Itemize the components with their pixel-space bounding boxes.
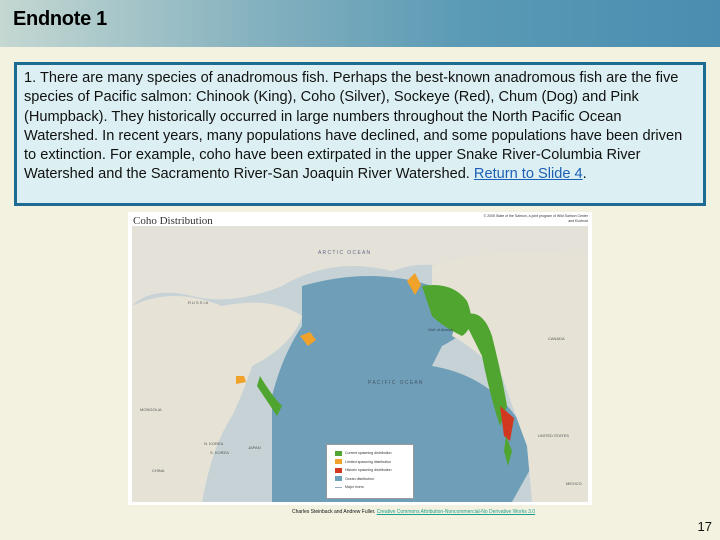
slide-title: Endnote 1 — [13, 8, 107, 30]
legend-item: Current spawning distribution — [335, 449, 413, 458]
legend-swatch — [335, 459, 342, 465]
legend-item: Ocean distribution — [335, 475, 413, 484]
image-caption: Charles Steinback and Andrew Fuller. Cre… — [292, 509, 536, 515]
legend-swatch — [335, 476, 342, 482]
legend-swatch — [335, 467, 342, 473]
label-canada: CANADA — [548, 336, 565, 341]
label-pacific: P A C I F I C O C E A N — [368, 380, 423, 386]
label-us: UNITED STATES — [538, 433, 569, 438]
header-bar: Endnote 1 — [0, 0, 720, 47]
return-to-slide-link[interactable]: Return to Slide 4 — [474, 166, 583, 182]
endnote-text: 1. There are many species of anadromous … — [24, 70, 683, 183]
label-mongolia: MONGOLIA — [140, 407, 162, 412]
legend-swatch — [335, 486, 342, 488]
license-link[interactable]: Creative Commons Attribution-Noncommerci… — [377, 509, 535, 515]
label-arctic: A R C T I C O C E A N — [318, 250, 371, 256]
legend-item: Major rivers — [335, 483, 413, 492]
label-alaska: Gulf of Alaska — [428, 327, 453, 332]
legend-item: Limited spawning distribution — [335, 458, 413, 467]
endnote-box: 1. There are many species of anadromous … — [14, 62, 706, 206]
label-mexico: MEXICO — [566, 481, 582, 486]
label-japan: JAPAN — [248, 445, 261, 450]
label-china: CHINA — [152, 468, 165, 473]
map-credit: © 2005 State of the Salmon, a joint prog… — [483, 214, 588, 223]
legend-item: Historic spawning distribution — [335, 466, 413, 475]
label-skorea: S. KOREA — [210, 450, 229, 455]
map-legend: Current spawning distribution Limited sp… — [326, 444, 414, 499]
label-nkorea: N. KOREA — [204, 441, 224, 446]
coho-distribution-map: Coho Distribution © 2005 State of the Sa… — [128, 212, 592, 505]
label-russia: R U S S I A — [188, 300, 209, 305]
legend-swatch — [335, 450, 342, 456]
slide-number: 17 — [697, 519, 712, 534]
